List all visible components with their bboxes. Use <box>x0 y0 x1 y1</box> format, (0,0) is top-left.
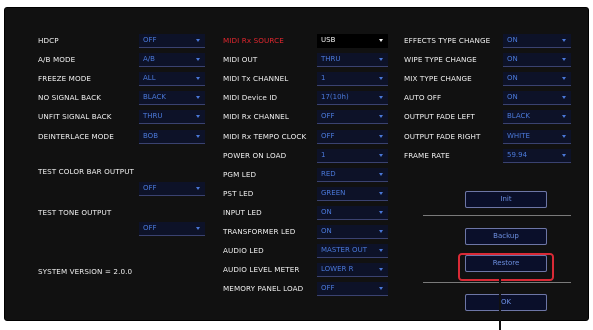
audio-led-dropdown[interactable]: MASTER OUT <box>317 244 388 258</box>
audio-led-label: AUDIO LED <box>223 246 264 255</box>
wipe-type-change-dropdown[interactable]: ON <box>503 53 571 67</box>
output-fade-left-label: OUTPUT FADE LEFT <box>404 112 475 121</box>
chevron-down-icon <box>196 58 200 61</box>
chevron-down-icon <box>379 58 383 61</box>
chevron-down-icon <box>562 154 566 157</box>
ab-mode-label: A/B MODE <box>38 55 76 64</box>
frame-rate-label: FRAME RATE <box>404 151 450 160</box>
mix-type-change-dropdown[interactable]: ON <box>503 72 571 86</box>
midi-rx-channel-label: MIDI Rx CHANNEL <box>223 112 289 121</box>
system-settings-panel: HDCP OFF A/B MODE A/B FREEZE MODE ALL NO… <box>4 7 589 321</box>
memory-panel-load-label: MEMORY PANEL LOAD <box>223 284 304 293</box>
audio-level-meter-label: AUDIO LEVEL METER <box>223 265 300 274</box>
midi-rx-channel-dropdown[interactable]: OFF <box>317 110 388 124</box>
chevron-down-icon <box>379 115 383 118</box>
effects-type-change-dropdown[interactable]: ON <box>503 34 571 48</box>
midi-tx-channel-label: MIDI Tx CHANNEL <box>223 74 289 83</box>
midi-rx-source-label: MIDI Rx SOURCE <box>223 36 284 45</box>
chevron-down-icon <box>562 115 566 118</box>
unfit-signal-back-dropdown[interactable]: THRU <box>139 110 205 124</box>
no-signal-back-label: NO SIGNAL BACK <box>38 93 102 102</box>
chevron-down-icon <box>562 39 566 42</box>
mix-type-change-label: MIX TYPE CHANGE <box>404 74 472 83</box>
midi-out-dropdown[interactable]: THRU <box>317 53 388 67</box>
chevron-down-icon <box>379 249 383 252</box>
transformer-led-label: TRANSFORMER LED <box>223 227 296 236</box>
chevron-down-icon <box>379 39 383 42</box>
power-on-load-dropdown[interactable]: 1 <box>317 149 388 163</box>
input-led-dropdown[interactable]: ON <box>317 206 388 220</box>
memory-panel-load-dropdown[interactable]: OFF <box>317 282 388 296</box>
deinterlace-mode-dropdown[interactable]: BOB <box>139 130 205 144</box>
system-version-text: SYSTEM VERSION = 2.0.0 <box>38 267 133 276</box>
midi-rx-tempo-clock-dropdown[interactable]: OFF <box>317 130 388 144</box>
deinterlace-mode-label: DEINTERLACE MODE <box>38 132 114 141</box>
callout-leader-line <box>499 273 501 330</box>
restore-callout-highlight <box>458 253 554 281</box>
auto-off-label: AUTO OFF <box>404 93 442 102</box>
frame-rate-dropdown[interactable]: 59.94 <box>503 149 571 163</box>
midi-device-id-dropdown[interactable]: 17(10h) <box>317 91 388 105</box>
chevron-down-icon <box>379 135 383 138</box>
midi-out-label: MIDI OUT <box>223 55 258 64</box>
wipe-type-change-label: WIPE TYPE CHANGE <box>404 55 477 64</box>
pgm-led-dropdown[interactable]: RED <box>317 168 388 182</box>
chevron-down-icon <box>562 77 566 80</box>
ok-button[interactable]: OK <box>465 294 547 311</box>
chevron-down-icon <box>379 287 383 290</box>
output-fade-right-label: OUTPUT FADE RIGHT <box>404 132 481 141</box>
test-color-bar-label: TEST COLOR BAR OUTPUT <box>38 167 135 176</box>
auto-off-dropdown[interactable]: ON <box>503 91 571 105</box>
test-color-bar-dropdown[interactable]: OFF <box>139 182 205 196</box>
divider <box>423 282 571 283</box>
test-tone-dropdown[interactable]: OFF <box>139 222 205 236</box>
chevron-down-icon <box>379 268 383 271</box>
power-on-load-label: POWER ON LOAD <box>223 151 287 160</box>
input-led-label: INPUT LED <box>223 208 262 217</box>
chevron-down-icon <box>379 96 383 99</box>
chevron-down-icon <box>562 135 566 138</box>
output-fade-right-dropdown[interactable]: WHITE <box>503 130 571 144</box>
chevron-down-icon <box>379 154 383 157</box>
output-fade-left-dropdown[interactable]: BLACK <box>503 110 571 124</box>
unfit-signal-back-label: UNFIT SIGNAL BACK <box>38 112 112 121</box>
chevron-down-icon <box>379 211 383 214</box>
freeze-mode-label: FREEZE MODE <box>38 74 91 83</box>
chevron-down-icon <box>196 39 200 42</box>
pst-led-dropdown[interactable]: GREEN <box>317 187 388 201</box>
audio-level-meter-dropdown[interactable]: LOWER R <box>317 263 388 277</box>
divider <box>423 215 571 216</box>
chevron-down-icon <box>196 77 200 80</box>
test-tone-label: TEST TONE OUTPUT <box>38 208 112 217</box>
chevron-down-icon <box>379 77 383 80</box>
chevron-down-icon <box>562 58 566 61</box>
chevron-down-icon <box>196 115 200 118</box>
chevron-down-icon <box>196 187 200 190</box>
chevron-down-icon <box>196 135 200 138</box>
effects-type-change-label: EFFECTS TYPE CHANGE <box>404 36 491 45</box>
transformer-led-dropdown[interactable]: ON <box>317 225 388 239</box>
chevron-down-icon <box>379 173 383 176</box>
ab-mode-dropdown[interactable]: A/B <box>139 53 205 67</box>
no-signal-back-dropdown[interactable]: BLACK <box>139 91 205 105</box>
pst-led-label: PST LED <box>223 189 254 198</box>
chevron-down-icon <box>379 192 383 195</box>
hdcp-label: HDCP <box>38 36 59 45</box>
pgm-led-label: PGM LED <box>223 170 257 179</box>
chevron-down-icon <box>196 227 200 230</box>
midi-rx-tempo-clock-label: MIDI Rx TEMPO CLOCK <box>223 132 307 141</box>
hdcp-dropdown[interactable]: OFF <box>139 34 205 48</box>
init-button[interactable]: Init <box>465 191 547 208</box>
chevron-down-icon <box>562 96 566 99</box>
midi-rx-source-dropdown[interactable]: USB <box>317 34 388 48</box>
midi-tx-channel-dropdown[interactable]: 1 <box>317 72 388 86</box>
midi-device-id-label: MIDI Device ID <box>223 93 278 102</box>
chevron-down-icon <box>196 96 200 99</box>
backup-button[interactable]: Backup <box>465 228 547 245</box>
chevron-down-icon <box>379 230 383 233</box>
freeze-mode-dropdown[interactable]: ALL <box>139 72 205 86</box>
